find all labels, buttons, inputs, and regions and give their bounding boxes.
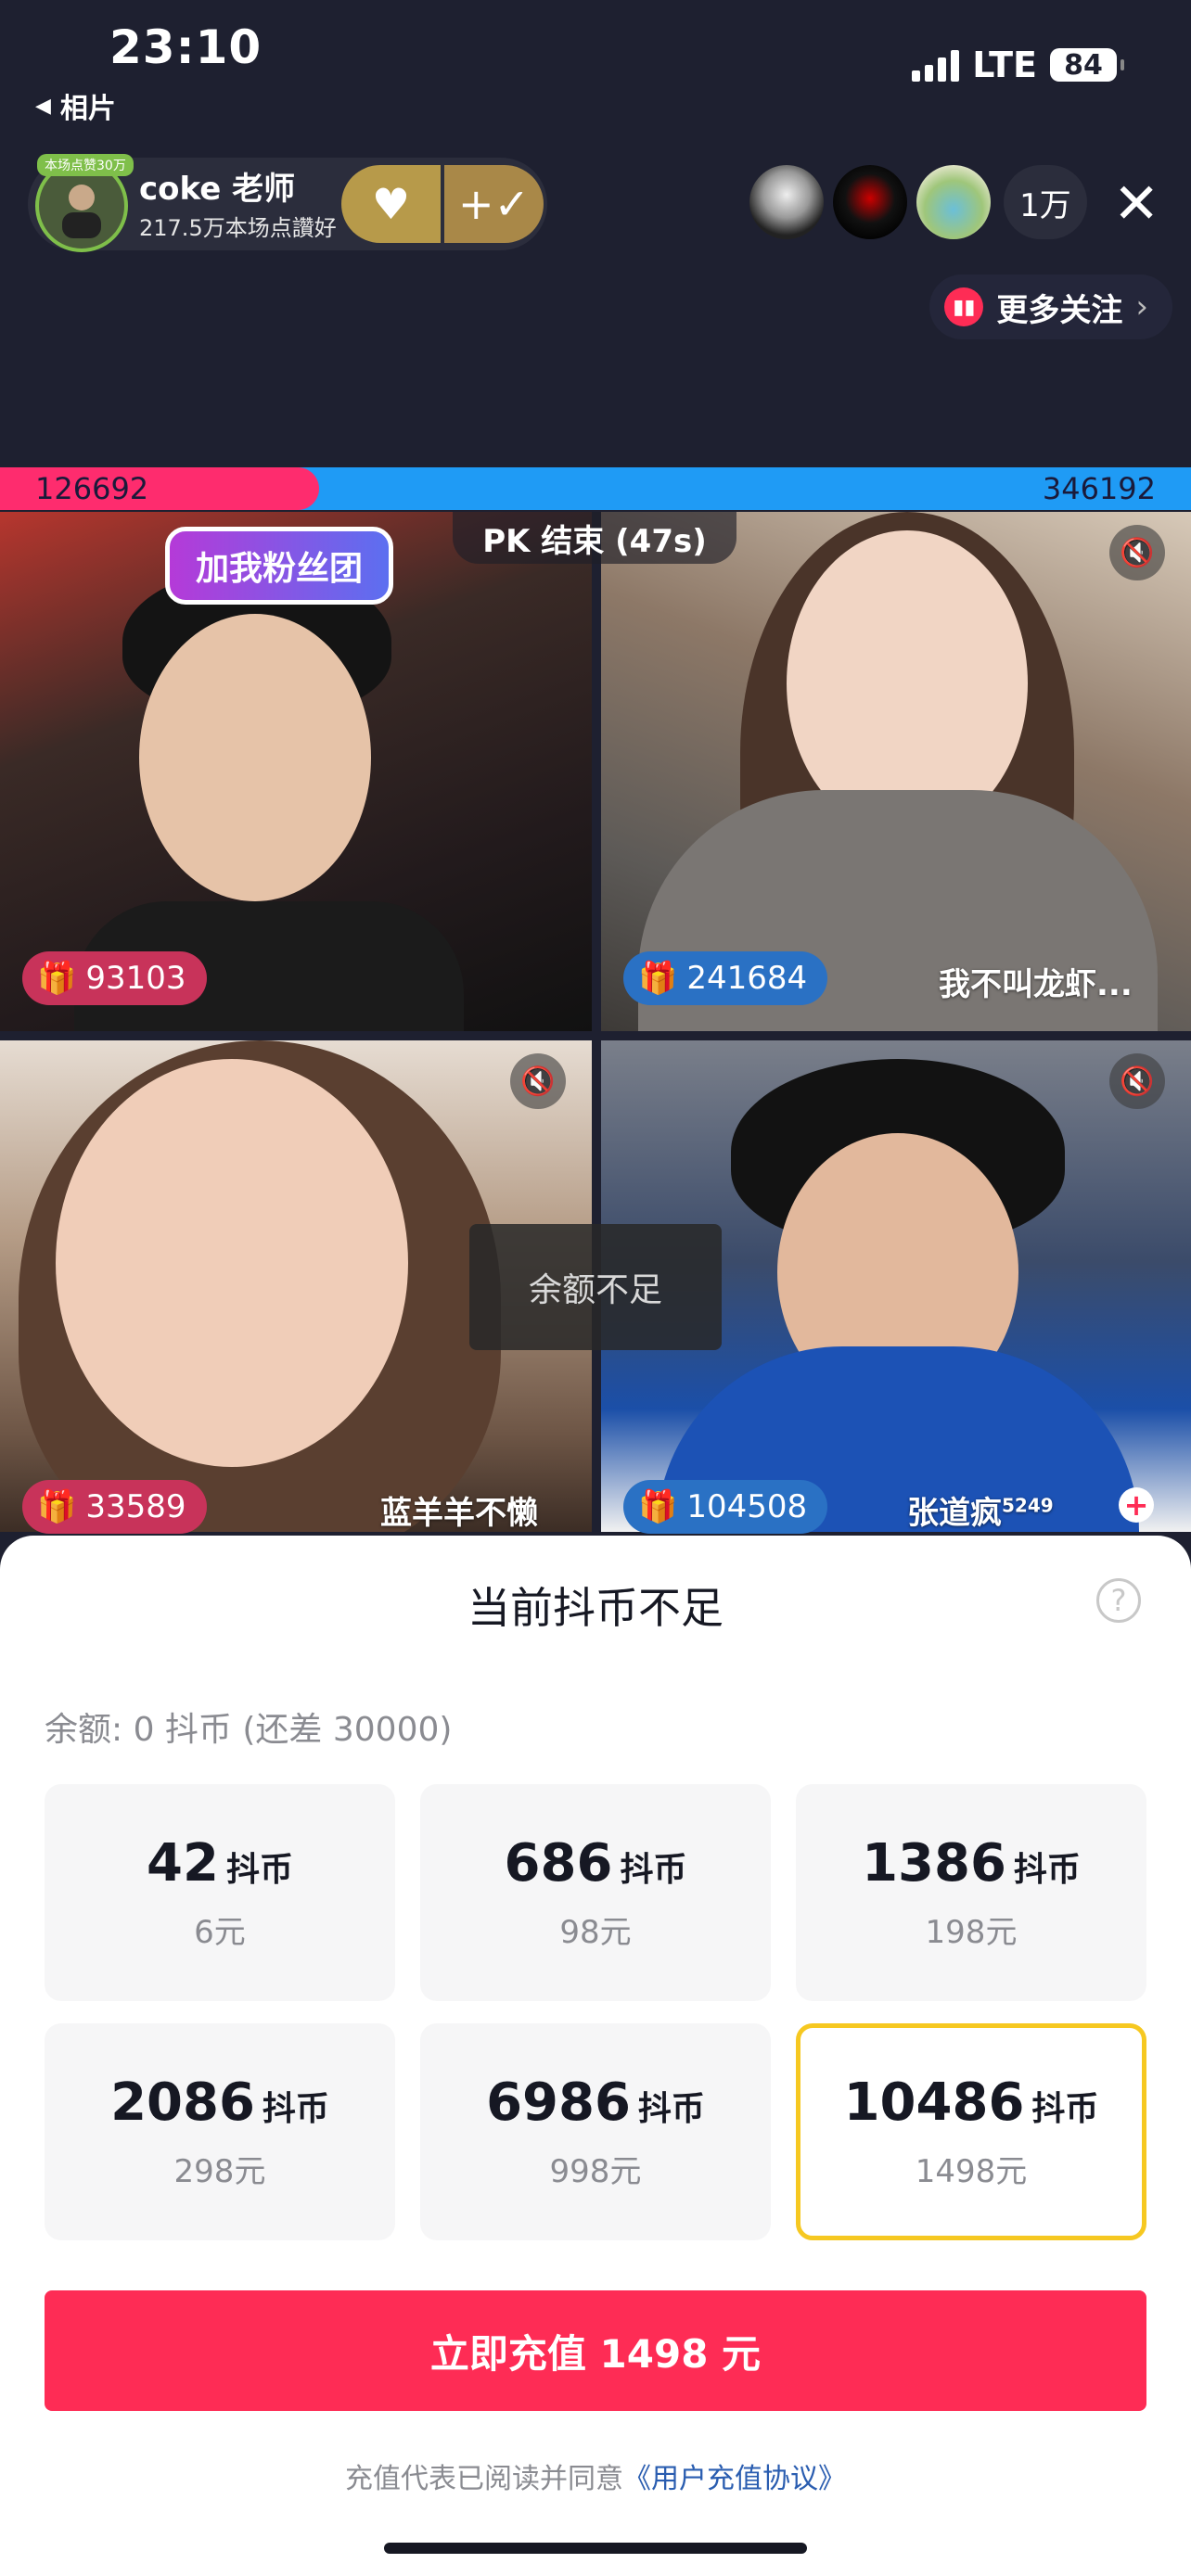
- back-arrow-icon: ◀: [35, 94, 51, 118]
- follow-button[interactable]: +✓: [441, 165, 544, 243]
- package-coins: 10486: [843, 2072, 1025, 2133]
- more-follow-label: 更多关注: [996, 291, 1123, 329]
- plus-check-icon: +✓: [457, 179, 531, 229]
- balance-text: 余额: 0 抖币 (还差 30000): [45, 1711, 453, 1749]
- streamer-name[interactable]: 我不叫龙虾...: [939, 959, 1133, 1004]
- help-icon[interactable]: ?: [1096, 1578, 1141, 1623]
- pk-result-banner: PK 结束 (47s): [453, 512, 736, 564]
- package-coins: 6986: [486, 2072, 631, 2133]
- agreement-prefix: 充值代表已阅读并同意: [345, 2463, 623, 2495]
- coin-package[interactable]: 6986 抖币 998元: [420, 2023, 771, 2240]
- gift-icon: 🎁: [638, 1488, 678, 1525]
- muted-icon[interactable]: 🔇: [510, 1053, 566, 1109]
- package-coins: 42: [147, 1833, 219, 1894]
- package-coins: 686: [504, 1833, 613, 1894]
- coin-package[interactable]: 42 抖币 6元: [45, 1784, 395, 2001]
- more-follow-button[interactable]: ▮▮ 更多关注 ›: [929, 274, 1172, 339]
- coin-package[interactable]: 686 抖币 98元: [420, 1784, 771, 2001]
- streamer-level: 5249: [1002, 1494, 1054, 1517]
- home-indicator[interactable]: [384, 2543, 807, 2554]
- gift-icon: 🎁: [37, 1488, 77, 1525]
- gift-score-value: 33589: [85, 1488, 186, 1525]
- gift-score-value: 241684: [686, 960, 808, 997]
- tile-gift-score: 🎁 33589: [22, 1480, 207, 1534]
- package-unit: 抖币: [262, 2090, 329, 2128]
- close-icon[interactable]: ✕: [1113, 167, 1159, 241]
- coin-package[interactable]: 2086 抖币 298元: [45, 2023, 395, 2240]
- viewer-avatar[interactable]: [833, 165, 907, 239]
- package-unit: 抖币: [637, 2090, 705, 2128]
- gift-score-value: 104508: [686, 1488, 808, 1525]
- join-fan-club-sticker[interactable]: 加我粉丝团: [165, 527, 393, 605]
- muted-icon[interactable]: 🔇: [1109, 525, 1165, 580]
- host-like-badge: 本场点赞30万: [37, 154, 134, 176]
- viewer-count[interactable]: 1万: [1004, 165, 1087, 239]
- package-unit: 抖币: [1013, 1851, 1081, 1889]
- agreement-link[interactable]: 《用户充值协议》: [623, 2463, 846, 2495]
- package-price: 6元: [194, 1914, 246, 1951]
- host-name: coke 老师: [139, 171, 296, 208]
- heart-plus-icon: ♥: [371, 179, 411, 229]
- package-unit: 抖币: [620, 1851, 687, 1889]
- fan-club-heart-button[interactable]: ♥: [341, 165, 441, 243]
- signal-icon: [912, 48, 960, 82]
- streamer-name[interactable]: 张道疯5249: [907, 1487, 1054, 1533]
- package-price: 298元: [173, 2153, 266, 2190]
- network-type: LTE: [972, 45, 1037, 85]
- agreement-text: 充值代表已阅读并同意《用户充值协议》: [0, 2455, 1191, 2496]
- battery-icon: 84: [1050, 48, 1124, 82]
- tile-gift-score: 🎁 104508: [623, 1480, 828, 1534]
- gift-icon: 🎁: [638, 960, 678, 997]
- gift-icon: 🎁: [37, 960, 77, 997]
- status-indicators: LTE 84: [912, 45, 1124, 85]
- sheet-title: 当前抖币不足: [467, 1583, 724, 1633]
- gift-score-value: 93103: [85, 960, 186, 997]
- package-price: 198元: [925, 1914, 1018, 1951]
- package-coins: 2086: [110, 2072, 255, 2133]
- package-coins: 1386: [862, 1833, 1006, 1894]
- host-likes: 217.5万本场点讚好: [139, 215, 337, 241]
- package-price: 998元: [549, 2153, 642, 2190]
- recharge-sheet: 当前抖币不足 ? 余额: 0 抖币 (还差 30000) 42 抖币 6元 686…: [0, 1536, 1191, 2576]
- host-action-buttons: ♥ +✓: [341, 165, 544, 243]
- tile-gift-score: 🎁 93103: [22, 951, 207, 1005]
- tile-gift-score: 🎁 241684: [623, 951, 828, 1005]
- streamer-name[interactable]: 蓝羊羊不懒: [380, 1487, 538, 1533]
- package-unit: 抖币: [225, 1851, 293, 1889]
- streamer-name-text: 张道疯: [907, 1495, 1002, 1532]
- pk-right-score: 346192: [1042, 471, 1156, 506]
- package-price: 98元: [559, 1914, 632, 1951]
- follow-plus-icon[interactable]: +: [1119, 1487, 1154, 1523]
- coin-package[interactable]: 1386 抖币 198元: [796, 1784, 1146, 2001]
- back-to-app[interactable]: ◀ 相片: [35, 85, 116, 126]
- package-price: 1498元: [915, 2153, 1028, 2190]
- back-app-label: 相片: [59, 93, 116, 125]
- recharge-button[interactable]: 立即充值 1498 元: [45, 2290, 1146, 2411]
- viewer-avatar[interactable]: [916, 165, 991, 239]
- insufficient-balance-toast: 余额不足: [469, 1224, 722, 1350]
- pk-score-bar: 126692 346192: [0, 467, 1191, 510]
- bar-chart-icon: ▮▮: [944, 287, 984, 326]
- pk-left-score: 126692: [35, 471, 149, 506]
- viewer-avatar[interactable]: [749, 165, 824, 239]
- package-unit: 抖币: [1031, 2090, 1099, 2128]
- host-avatar-image: [62, 185, 101, 238]
- muted-icon[interactable]: 🔇: [1109, 1053, 1165, 1109]
- chevron-right-icon: ›: [1135, 288, 1148, 325]
- status-time: 23:10: [109, 20, 263, 74]
- coin-package-selected[interactable]: 10486 抖币 1498元: [796, 2023, 1146, 2240]
